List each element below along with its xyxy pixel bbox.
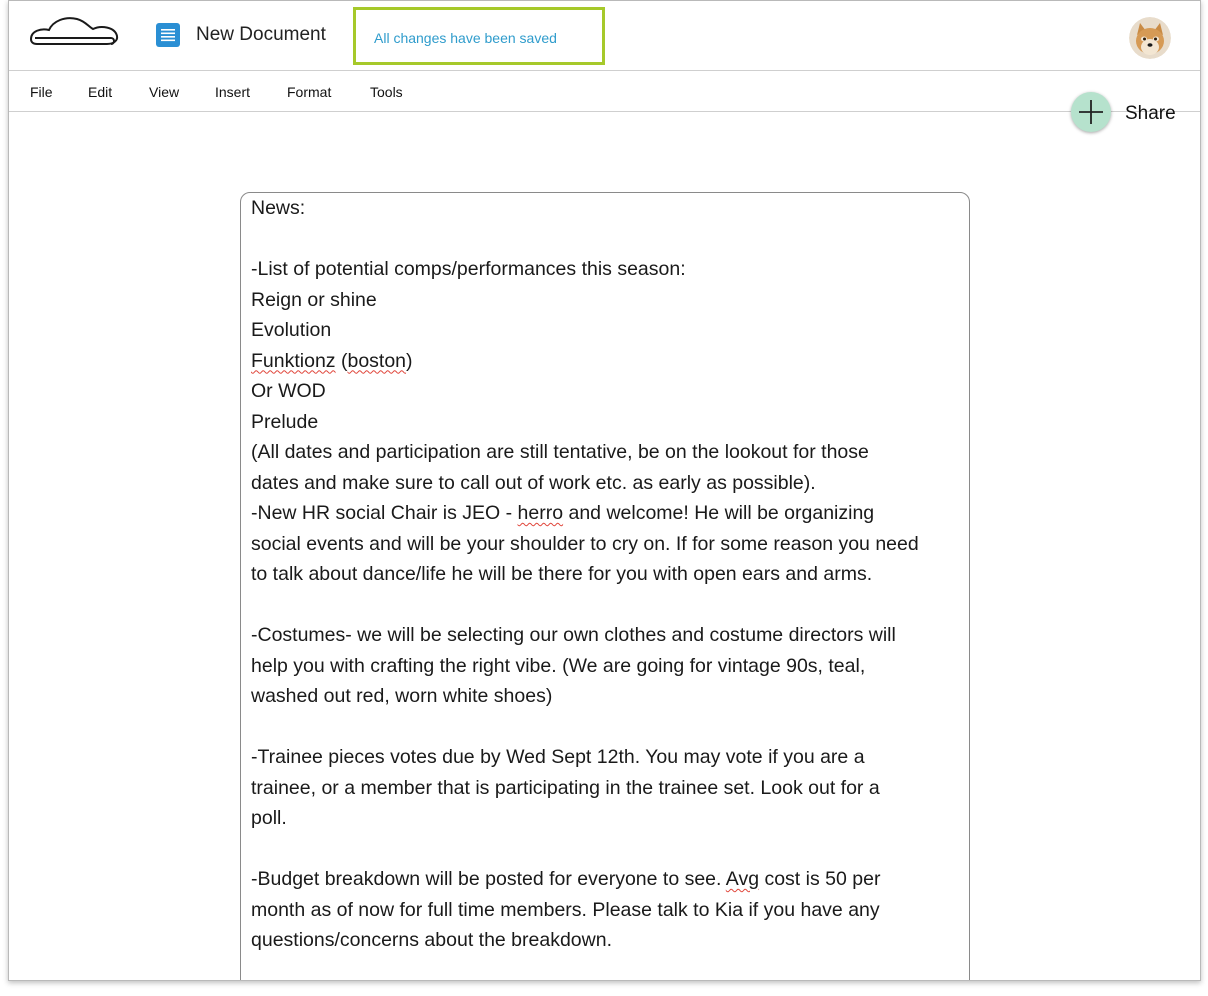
document-line[interactable]: poll.: [251, 803, 963, 834]
document-line[interactable]: -List of potential comps/performances th…: [251, 254, 963, 285]
app-window: New Document All changes have been saved…: [8, 0, 1201, 981]
document-line[interactable]: [251, 224, 963, 255]
share-button[interactable]: Share: [1071, 92, 1191, 134]
document-line[interactable]: (All dates and participation are still t…: [251, 437, 963, 468]
document-line[interactable]: social events and will be your shoulder …: [251, 529, 963, 560]
document-title[interactable]: New Document: [196, 23, 326, 47]
save-status-box: All changes have been saved: [353, 7, 605, 65]
document-line[interactable]: Funktionz (boston): [251, 346, 963, 377]
save-status-text: All changes have been saved: [374, 30, 557, 46]
top-bar: New Document All changes have been saved: [9, 1, 1200, 71]
misspelled-word[interactable]: Funktionz: [251, 350, 336, 372]
menu-tools[interactable]: Tools: [370, 84, 403, 100]
share-circle[interactable]: [1071, 92, 1111, 132]
document-line[interactable]: [251, 834, 963, 865]
document-line[interactable]: -Budget breakdown will be posted for eve…: [251, 864, 963, 895]
menu-file[interactable]: File: [30, 84, 53, 100]
document-line[interactable]: -Trainee pieces votes due by Wed Sept 12…: [251, 742, 963, 773]
misspelled-word[interactable]: Avg: [726, 868, 759, 890]
document-line[interactable]: Evolution: [251, 315, 963, 346]
document-line[interactable]: [251, 590, 963, 621]
document-line[interactable]: Reign or shine: [251, 285, 963, 316]
plus-icon: [1079, 100, 1103, 124]
menu-view[interactable]: View: [149, 84, 179, 100]
user-avatar[interactable]: [1129, 17, 1171, 59]
document-icon: [156, 23, 180, 47]
document-line[interactable]: -New HR social Chair is JEO - herro and …: [251, 498, 963, 529]
document-page[interactable]: News: -List of potential comps/performan…: [240, 192, 970, 980]
document-line[interactable]: Or WOD: [251, 376, 963, 407]
document-line[interactable]: to talk about dance/life he will be ther…: [251, 559, 963, 590]
misspelled-word[interactable]: herro: [518, 502, 564, 524]
document-line[interactable]: trainee, or a member that is participati…: [251, 773, 963, 804]
document-line[interactable]: Prelude: [251, 407, 963, 438]
menu-edit[interactable]: Edit: [88, 84, 112, 100]
document-line[interactable]: month as of now for full time members. P…: [251, 895, 963, 926]
document-line[interactable]: dates and make sure to call out of work …: [251, 468, 963, 499]
document-body[interactable]: News: -List of potential comps/performan…: [251, 193, 963, 956]
document-line[interactable]: [251, 712, 963, 743]
misspelled-word[interactable]: boston: [347, 350, 406, 372]
cloud-logo-icon[interactable]: [27, 13, 119, 49]
document-line[interactable]: News:: [251, 193, 963, 224]
document-line[interactable]: help you with crafting the right vibe. (…: [251, 651, 963, 682]
shiba-dog-avatar-icon: [1129, 17, 1171, 59]
document-line[interactable]: -Costumes- we will be selecting our own …: [251, 620, 963, 651]
menu-bar: File Edit View Insert Format Tools: [9, 71, 1200, 112]
share-label[interactable]: Share: [1125, 103, 1176, 125]
document-line[interactable]: questions/concerns about the breakdown.: [251, 925, 963, 956]
menu-insert[interactable]: Insert: [215, 84, 250, 100]
document-line[interactable]: washed out red, worn white shoes): [251, 681, 963, 712]
menu-format[interactable]: Format: [287, 84, 331, 100]
